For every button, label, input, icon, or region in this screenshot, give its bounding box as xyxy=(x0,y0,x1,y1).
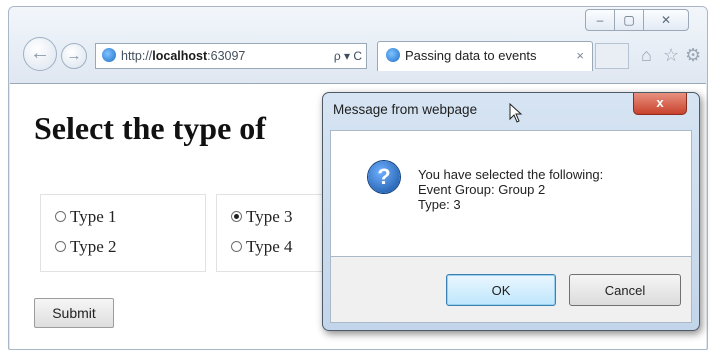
tab-passing-data[interactable]: Passing data to events × xyxy=(377,41,593,71)
gear-icon[interactable]: ⚙ xyxy=(685,45,701,66)
home-icon[interactable]: ⌂ xyxy=(641,45,652,66)
ie-page-icon xyxy=(102,48,116,62)
radio-group-1: Type 1 Type 2 xyxy=(40,194,206,272)
radio-type-1[interactable]: Type 1 xyxy=(55,207,117,227)
mouse-cursor-icon xyxy=(509,103,523,123)
message-dialog: Message from webpage x ? You have select… xyxy=(322,92,700,331)
forward-arrow-icon: → xyxy=(66,47,82,64)
dialog-footer: OK Cancel xyxy=(330,257,692,323)
back-button[interactable]: ← xyxy=(23,37,57,71)
ie-tab-icon xyxy=(386,48,400,62)
radio-circle[interactable] xyxy=(55,211,66,222)
dialog-close-button[interactable]: x xyxy=(633,93,687,115)
radio-type-3[interactable]: Type 3 xyxy=(231,207,293,227)
cancel-button[interactable]: Cancel xyxy=(569,274,681,306)
radio-type-4[interactable]: Type 4 xyxy=(231,237,293,257)
address-bar[interactable]: http://localhost:63097 ρ ▾ C xyxy=(95,43,367,69)
radio-circle[interactable] xyxy=(231,241,242,252)
dialog-title: Message from webpage xyxy=(333,102,478,117)
dialog-message: You have selected the following: Event G… xyxy=(418,167,604,212)
search-refresh-icons[interactable]: ρ ▾ C xyxy=(334,44,362,68)
submit-button[interactable]: Submit xyxy=(34,298,114,328)
tab-close-icon[interactable]: × xyxy=(576,42,584,70)
radio-type-2[interactable]: Type 2 xyxy=(55,237,117,257)
ok-button[interactable]: OK xyxy=(446,274,556,306)
question-icon: ? xyxy=(368,161,400,193)
maximize-button[interactable]: ▢ xyxy=(614,9,644,31)
address-url: http://localhost:63097 xyxy=(121,49,246,63)
radio-circle[interactable] xyxy=(55,241,66,252)
minimize-button[interactable]: – xyxy=(585,9,615,31)
radio-circle-checked[interactable] xyxy=(231,211,242,222)
page-title: Select the type of xyxy=(34,110,266,146)
star-icon[interactable]: ☆ xyxy=(663,45,679,66)
new-tab-button[interactable] xyxy=(595,43,629,69)
tab-title: Passing data to events xyxy=(405,48,537,63)
forward-button[interactable]: → xyxy=(61,43,87,69)
window-close-button[interactable]: ✕ xyxy=(643,9,689,31)
dialog-body: ? You have selected the following: Event… xyxy=(330,130,692,257)
back-arrow-icon: ← xyxy=(30,42,50,64)
